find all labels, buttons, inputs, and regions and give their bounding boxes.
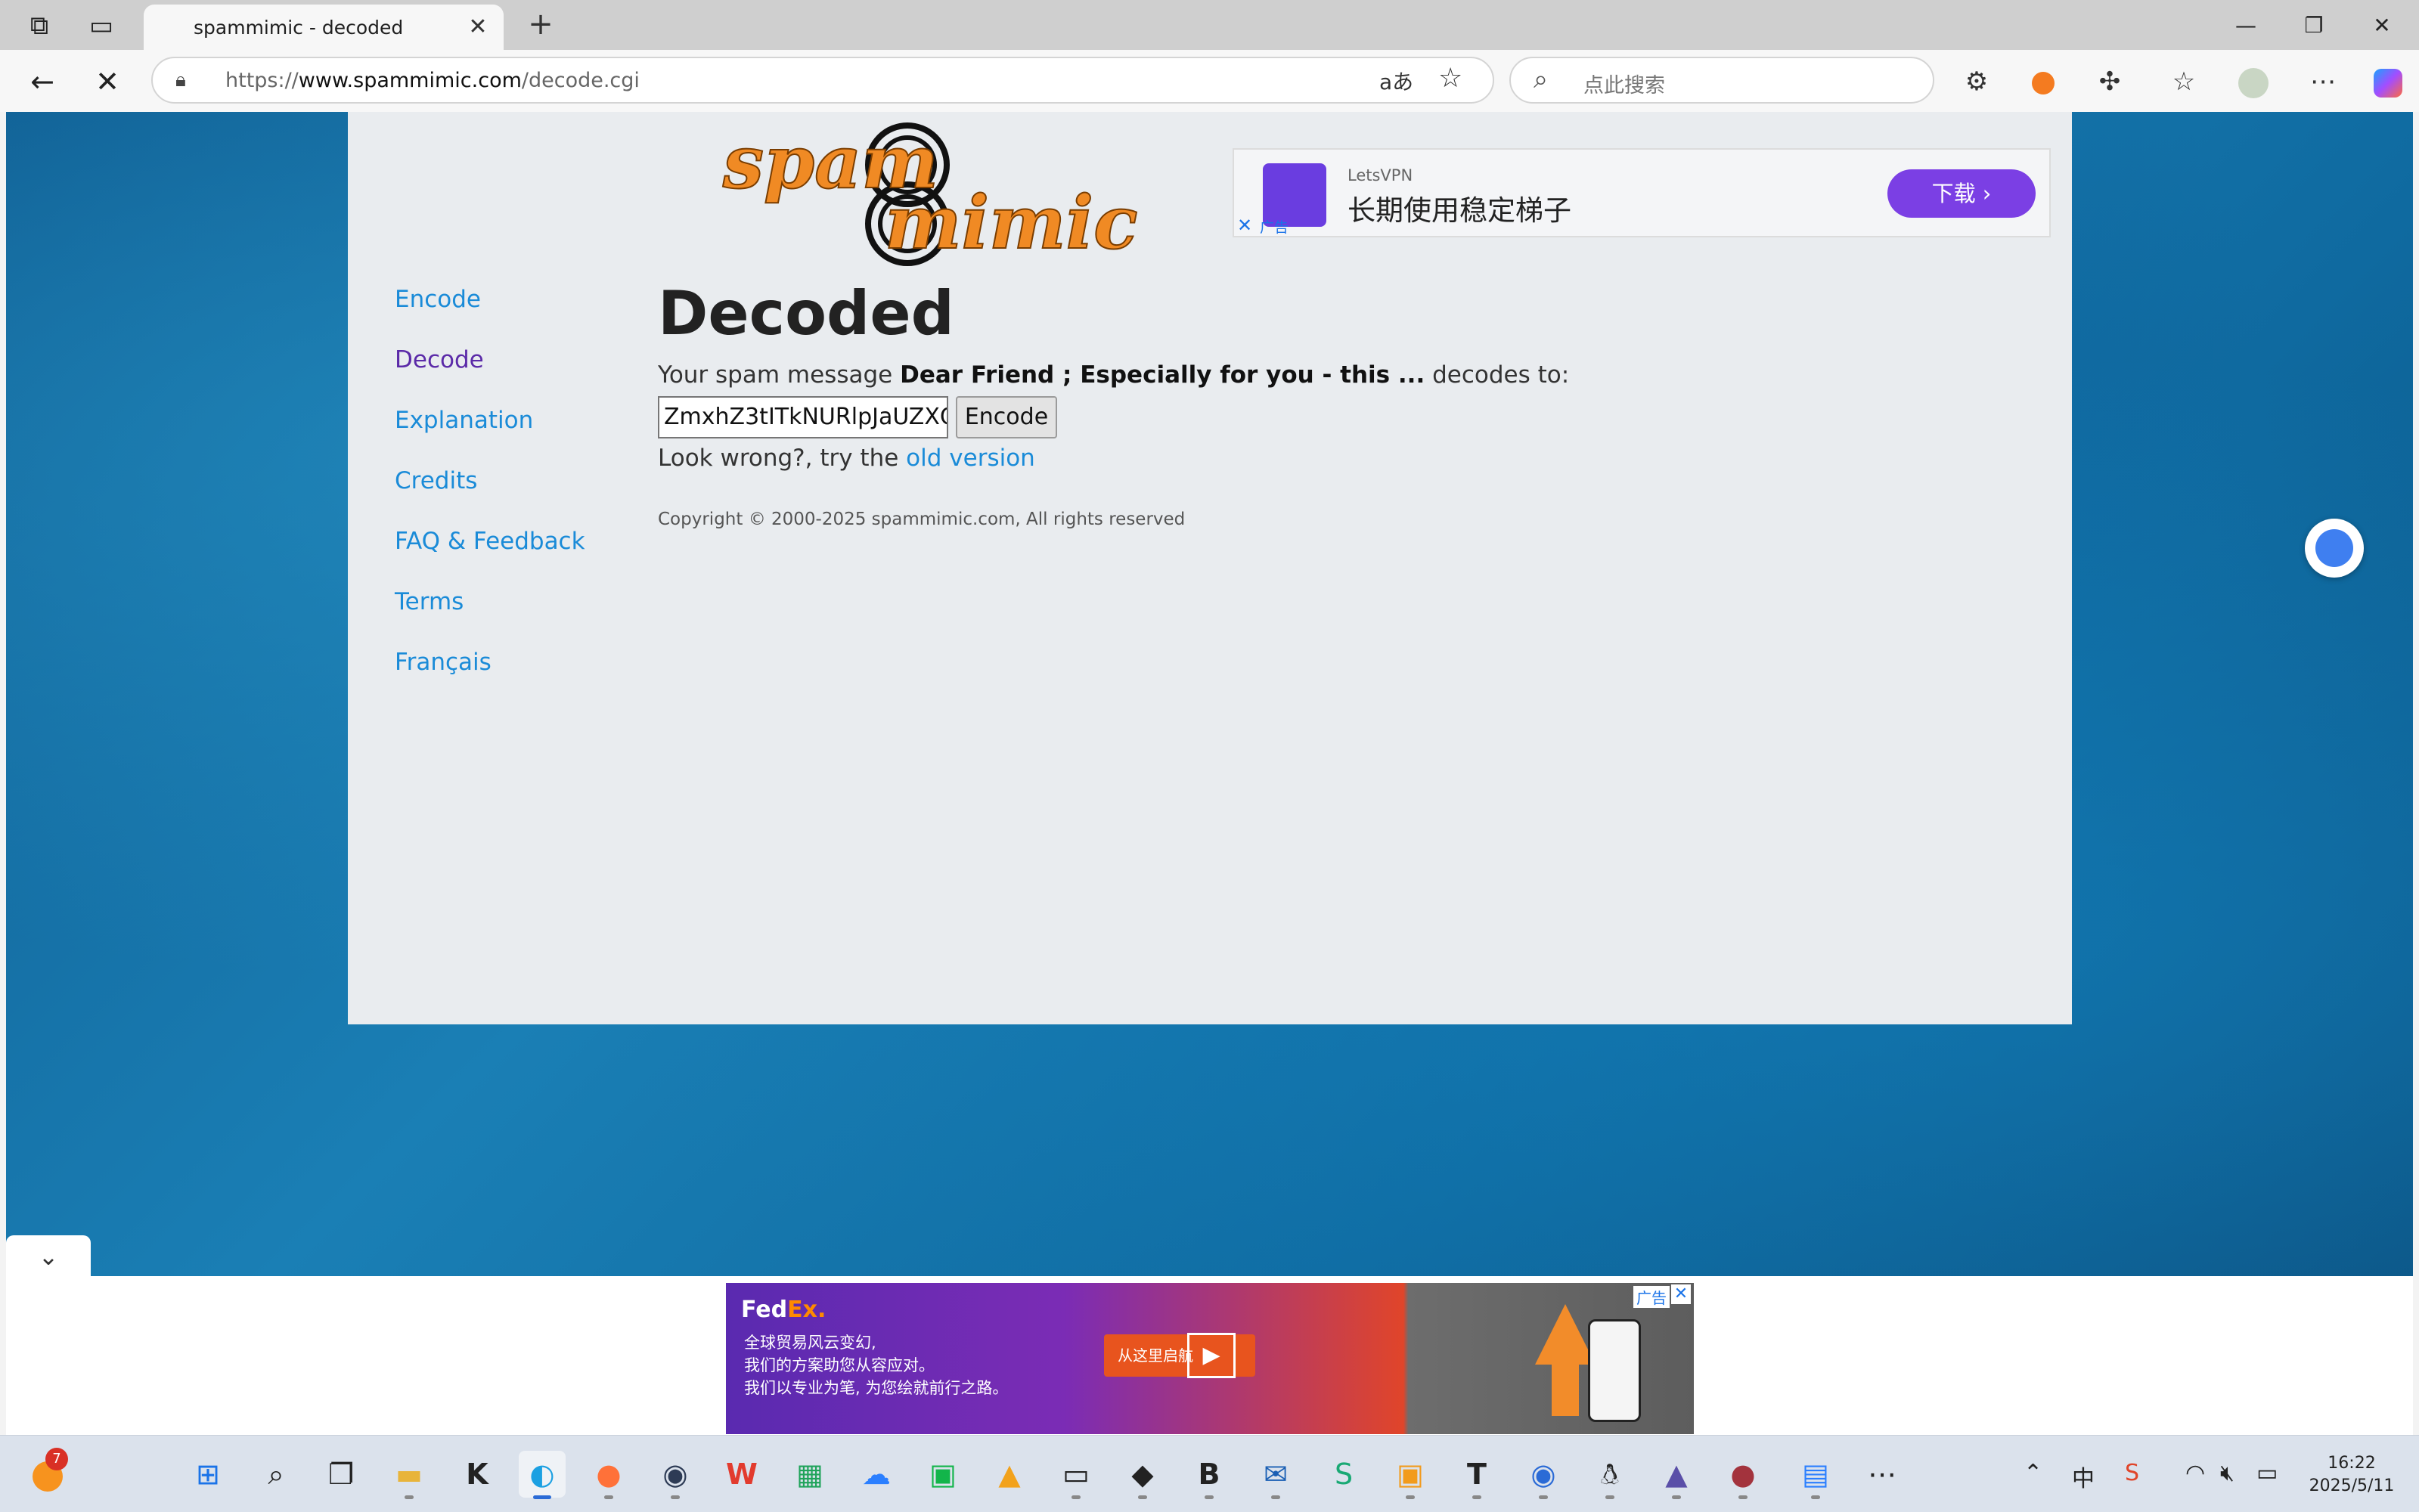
tray-app-icon[interactable]: S [2125,1460,2139,1486]
ad-download-button[interactable]: 下载 › [1887,169,2036,218]
close-tab-icon[interactable]: ✕ [461,11,495,44]
play-icon[interactable]: ▶ [1187,1333,1236,1378]
spammimic-logo[interactable]: spam mimic [718,119,1142,271]
workspaces-icon[interactable]: ⧉ [17,3,62,48]
input-method-icon[interactable]: 中 [2072,1460,2095,1493]
logo-text-mimic: mimic [885,180,1138,265]
typora-icon[interactable]: T [1453,1451,1500,1499]
new-tab-icon[interactable]: + [522,5,560,44]
favorites-list-icon[interactable]: ☆ [2163,60,2205,103]
decode-message: Your spam message Dear Friend ; Especial… [658,361,1570,389]
nav-terms[interactable]: Terms [395,588,464,615]
volume-muted-icon[interactable]: 🔇︎ [2220,1460,2234,1486]
wps-icon[interactable]: W [718,1451,765,1498]
avatar-app-icon[interactable]: ● [1720,1451,1766,1499]
copilot-icon[interactable] [2367,60,2409,103]
ad-tag: 广告 [1260,219,1289,236]
ad-tag-bottom: 广告 [1633,1286,1670,1308]
task-view-icon[interactable]: ❐ [318,1451,364,1498]
qq-icon[interactable]: 🐧︎ [1586,1451,1633,1499]
close-window-icon[interactable]: ✕ [2352,3,2412,48]
battery-icon[interactable]: ▭ [2256,1460,2278,1486]
chat-bubble-icon [2315,529,2353,567]
address-bar[interactable]: 🔒︎ https://www.spammimic.com/decode.cgi … [151,57,1494,104]
main-content-panel: spam mimic LetsVPN 长期使用稳定梯子 下载 › ✕ 广告 En… [348,112,2072,1024]
search-box[interactable]: ⌕ 点此搜索 [1509,57,1934,104]
fedex-logo: FedEx. [741,1297,826,1323]
encode-button[interactable]: Encode [956,396,1057,438]
ad-title: 长期使用稳定梯子 [1348,194,1571,227]
tab-title: spammimic - decoded [194,17,404,39]
extensions-puzzle-icon[interactable]: ✣ [2089,60,2131,103]
url-text[interactable]: https://www.spammimic.com/decode.cgi [225,69,640,92]
collapse-chevron-icon[interactable]: ⌄ [6,1235,91,1278]
orange-app-icon[interactable]: ▲ [986,1451,1033,1498]
copyright-text: Copyright © 2000-2025 spammimic.com, All… [658,510,1186,529]
old-version-hint: Look wrong?, try the old version [658,445,1035,472]
phone-graphic [1588,1319,1641,1422]
blue-chat-icon[interactable]: ◉ [1520,1451,1567,1499]
up-arrow-graphic [1535,1304,1596,1365]
nav-explanation[interactable]: Explanation [395,407,533,434]
nav-credits[interactable]: Credits [395,467,477,494]
vm-app-icon[interactable]: ▣ [1387,1451,1434,1499]
black-app-icon[interactable]: ◆ [1119,1451,1166,1499]
search-placeholder: 点此搜索 [1583,74,1665,98]
cat-app-icon[interactable]: ▲ [1653,1451,1700,1499]
app-k-icon[interactable]: K [454,1451,501,1498]
start-windows-icon[interactable]: ⊞ [185,1451,231,1498]
extension-orange-icon[interactable] [2022,60,2064,103]
stop-loading-icon[interactable]: ✕ [86,60,129,103]
nav-francais[interactable]: Français [395,649,492,676]
app-circle-icon[interactable]: ◉ [652,1451,699,1499]
search-icon: ⌕ [1534,64,1549,94]
bs-app-icon[interactable]: B [1186,1451,1233,1499]
windows-taskbar: 7 ⊞ ⌕ ❐ ▬ K ◐ ● ◉ W ▦ ☁ ▣ ▲ ▭ ◆ B ✉ S ▣ … [0,1435,2419,1512]
ad-close-icon[interactable]: ✕ [1237,215,1252,236]
wifi-icon[interactable]: ◠ [2185,1460,2205,1486]
edge-browser-icon[interactable]: ◐ [519,1451,566,1499]
spreadsheet-icon[interactable]: ▦ [786,1451,833,1498]
old-version-link[interactable]: old version [906,445,1035,472]
more-menu-icon[interactable]: ⋯ [2302,60,2344,103]
nav-decode[interactable]: Decode [395,346,484,373]
terminal-icon[interactable]: ▭ [1053,1451,1099,1499]
green-app-icon[interactable]: ▣ [920,1451,966,1498]
vertical-tabs-icon[interactable]: ▭ [79,3,124,48]
system-clock[interactable]: 16:22 2025/5/11 [2299,1452,2405,1498]
green-s-icon[interactable]: S [1320,1451,1367,1498]
tray-overflow-icon[interactable]: ⌃ [2024,1460,2042,1486]
browser-toolbar: ← ✕ 🔒︎ https://www.spammimic.com/decode.… [0,50,2419,112]
notification-badge: 7 [45,1448,68,1470]
search-taskbar-icon[interactable]: ⌕ [253,1451,299,1498]
ad-close-icon-bottom[interactable]: ✕ [1671,1284,1691,1304]
fedex-ad-banner[interactable]: FedEx. 全球贸易风云变幻, 我们的方案助您从容应对。 我们以专业为笔, 为… [726,1283,1694,1434]
lock-icon[interactable]: 🔒︎ [175,67,201,93]
settings-gear-icon[interactable]: ⚙ [1955,60,1998,103]
minimize-icon[interactable]: — [2216,3,2276,48]
tab-active[interactable]: spammimic - decoded ✕ [144,5,504,51]
browser-title-bar: ⧉ ▭ spammimic - decoded ✕ + — ❐ ✕ [0,0,2419,51]
restore-icon[interactable]: ❐ [2284,3,2344,48]
ad-copy: 全球贸易风云变幻, 我们的方案助您从容应对。 我们以专业为笔, 为您绘就前行之路… [744,1334,1009,1397]
file-explorer-icon[interactable]: ▬ [386,1451,433,1499]
mail-icon[interactable]: ✉ [1252,1451,1299,1499]
decoded-output-field[interactable]: ZmxhZ3tITkNURlpJaUZXQ [658,396,948,438]
notepad-icon[interactable]: ▤ [1792,1451,1839,1499]
up-arrow-stem-graphic [1552,1363,1579,1416]
nav-encode[interactable]: Encode [395,286,481,313]
floating-assistant-button[interactable] [2305,519,2364,578]
top-ad-banner[interactable]: LetsVPN 长期使用稳定梯子 下载 › ✕ 广告 [1233,148,2051,237]
translate-icon[interactable]: aあ [1379,66,1413,96]
ad-brand: LetsVPN [1348,166,1413,184]
nav-faq-feedback[interactable]: FAQ & Feedback [395,528,585,555]
more-apps-icon[interactable]: ⋯ [1859,1451,1906,1498]
back-icon[interactable]: ← [21,60,64,103]
page-title: Decoded [658,278,954,349]
cloud-drive-icon[interactable]: ☁ [853,1451,900,1498]
favorite-star-icon[interactable]: ☆ [1438,63,1462,94]
firefox-icon[interactable]: ● [585,1451,632,1499]
profile-avatar-icon[interactable] [2232,60,2275,103]
